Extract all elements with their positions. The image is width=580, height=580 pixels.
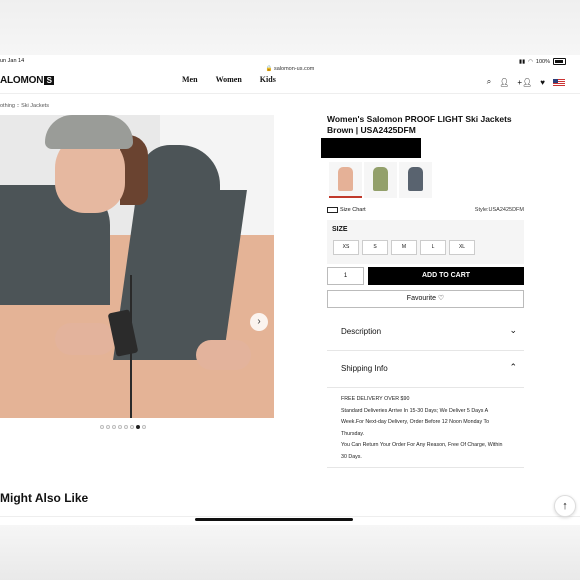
gallery-dot[interactable] (130, 425, 134, 429)
size-chart-link[interactable]: Size Chart (327, 207, 366, 213)
product-panel: Women's Salomon PROOF LIGHT Ski Jackets … (321, 114, 524, 388)
shipping-line: Week.For Next-day Delivery, Order Before… (341, 419, 490, 425)
gallery-dot[interactable] (136, 425, 140, 429)
bottom-divider (0, 516, 580, 517)
gallery-dot[interactable] (112, 425, 116, 429)
nav-women[interactable]: Women (216, 75, 242, 84)
quantity-input[interactable]: 1 (327, 267, 364, 285)
site-header: ALOMON S Men Women Kids ⌕ 👤︎ +👤︎ ♥ (0, 72, 580, 94)
model-hand-left (55, 323, 115, 355)
swatch-navy[interactable] (399, 162, 432, 198)
accordion-description[interactable]: Description ⌄ (327, 314, 524, 351)
shipping-line: FREE DELIVERY OVER $90 (341, 396, 410, 402)
bottom-margin (0, 525, 580, 580)
home-indicator (195, 518, 353, 521)
swatch-jacket-icon (373, 167, 388, 191)
model-hand-right (196, 340, 251, 370)
gallery-dots (100, 425, 146, 429)
size-heading: SIZE (332, 226, 348, 233)
size-s-button[interactable]: S (362, 240, 388, 255)
swatch-brown[interactable] (329, 162, 362, 198)
accordion-shipping-label: Shipping Info (341, 364, 388, 373)
product-title: Women's Salomon PROOF LIGHT Ski Jackets … (327, 114, 512, 135)
gallery-dot[interactable] (100, 425, 104, 429)
header-icons: ⌕ 👤︎ +👤︎ ♥ (487, 77, 565, 87)
main-nav: Men Women Kids (182, 75, 276, 84)
model-beanie (45, 115, 133, 149)
battery-percent: 100% (535, 58, 550, 65)
wifi-icon: ◠ (528, 58, 533, 65)
header-divider (0, 93, 580, 94)
heart-icon[interactable]: ♥ (540, 78, 545, 87)
battery-icon (553, 58, 566, 65)
shipping-line: Thursday. (341, 430, 365, 437)
add-to-cart-button[interactable]: ADD TO CART (368, 267, 524, 285)
shipping-line: Standard Deliveries Arrive In 15-30 Days… (341, 407, 489, 414)
gallery-dot[interactable] (124, 425, 128, 429)
chevron-up-icon: ⌃ (509, 362, 517, 372)
size-m-button[interactable]: M (391, 240, 417, 255)
status-icons: ▮▮ ◠ 100% (519, 58, 566, 65)
shipping-divider (327, 467, 524, 468)
status-bar: un Jan 14 🔒 salomon-us.com ▮▮ ◠ 100% (0, 57, 580, 72)
shipping-line: You Can Return Your Order For Any Reason… (341, 442, 503, 448)
top-margin (0, 0, 580, 55)
price-redacted (321, 138, 421, 158)
size-options: XS S M L XL (333, 240, 475, 255)
favourite-button[interactable]: Favourite ♡ (327, 290, 524, 308)
size-l-button[interactable]: L (420, 240, 446, 255)
product-image[interactable]: › (0, 115, 274, 418)
breadcrumb-item-ski-jackets[interactable]: Ski Jackets (21, 103, 49, 109)
nav-men[interactable]: Men (182, 75, 198, 84)
gallery-dot[interactable] (106, 425, 110, 429)
size-chart-label: Size Chart (340, 207, 366, 213)
browser-frame: un Jan 14 🔒 salomon-us.com ▮▮ ◠ 100% ALO… (0, 55, 580, 525)
user-icon[interactable]: 👤︎ (499, 78, 509, 87)
nav-kids[interactable]: Kids (260, 75, 276, 84)
ruler-icon (327, 207, 338, 213)
gallery-dot[interactable] (142, 425, 146, 429)
size-xl-button[interactable]: XL (449, 240, 475, 255)
add-user-icon[interactable]: +👤︎ (517, 78, 532, 87)
brand-mark-icon: S (44, 76, 55, 85)
search-icon[interactable]: ⌕ (487, 77, 491, 87)
brand-name: ALOMON (0, 75, 44, 86)
status-time: un Jan 14 (0, 58, 25, 64)
next-image-arrow-icon[interactable]: › (250, 313, 268, 331)
shipping-line: 30 Days. (341, 453, 362, 460)
breadcrumb: othing :: Ski Jackets (0, 103, 49, 109)
swatch-jacket-icon (338, 167, 353, 191)
size-xs-button[interactable]: XS (333, 240, 359, 255)
shipping-info-text: FREE DELIVERY OVER $90 Standard Deliveri… (341, 394, 502, 463)
scroll-to-top-button[interactable]: ↑ (554, 495, 576, 517)
accordion-shipping[interactable]: Shipping Info ⌃ (327, 351, 524, 388)
brand-logo[interactable]: ALOMON S (0, 75, 55, 86)
signal-icon: ▮▮ (519, 58, 526, 65)
style-code: Style:USA2425DFM (474, 207, 524, 213)
swatch-jacket-icon (408, 167, 423, 191)
swatch-green[interactable] (364, 162, 397, 198)
gallery-dot[interactable] (118, 425, 122, 429)
us-flag-icon[interactable] (553, 78, 565, 86)
breadcrumb-item-clothing[interactable]: othing (0, 103, 15, 109)
breadcrumb-separator: :: (16, 103, 20, 109)
color-swatches (329, 162, 432, 198)
accordion-description-label: Description (341, 327, 382, 336)
size-selector: SIZE XS S M L XL (327, 220, 524, 264)
may-like-heading: Might Also Like (0, 491, 89, 505)
chevron-down-icon: ⌄ (509, 325, 517, 335)
